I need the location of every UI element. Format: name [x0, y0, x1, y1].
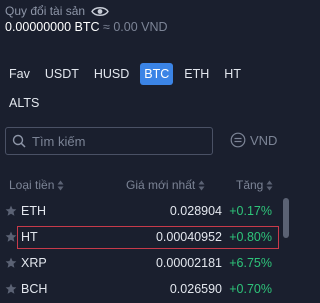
search-icon: [12, 134, 26, 148]
eye-icon[interactable]: [91, 5, 109, 18]
scrollbar[interactable]: [283, 198, 289, 238]
header-price[interactable]: Giá mới nhất: [126, 178, 205, 192]
coin-name: HT: [21, 230, 38, 244]
star-icon[interactable]: [5, 231, 17, 243]
search-box[interactable]: [5, 127, 213, 155]
btc-balance: 0.00000000 BTC: [5, 20, 100, 34]
coin-name: BCH: [21, 282, 48, 296]
asset-title: Quy đổi tài sản: [5, 4, 86, 18]
last-price: 0.00002181: [155, 256, 222, 270]
tab-usdt[interactable]: USDT: [41, 63, 83, 85]
last-price: 0.026590: [169, 282, 222, 296]
currency-label: VND: [250, 132, 278, 148]
tab-eth[interactable]: ETH: [180, 63, 213, 85]
asset-balance: 0.00000000 BTC ≈ 0.00 VND: [5, 20, 289, 34]
asset-summary: Quy đổi tài sản 0.00000000 BTC ≈ 0.00 VN…: [5, 3, 289, 34]
coin-name: XRP: [21, 256, 47, 270]
table-row[interactable]: XRP 0.00002181 +6.75%: [0, 252, 278, 276]
table-row[interactable]: HT 0.00040952 +0.80%: [0, 226, 279, 250]
price-change: +6.75%: [229, 256, 272, 270]
market-tabs: Fav USDT HUSD BTC ETH HT ALTS: [5, 63, 275, 121]
star-icon[interactable]: [5, 283, 17, 295]
vnd-approx: ≈ 0.00 VND: [103, 20, 168, 34]
tab-fav[interactable]: Fav: [5, 63, 34, 85]
tab-husd[interactable]: HUSD: [90, 63, 133, 85]
exchange-icon: [230, 132, 246, 148]
sort-icon: [198, 180, 205, 190]
sort-icon: [266, 180, 273, 190]
header-coin[interactable]: Loại tiền: [9, 178, 64, 192]
last-price: 0.00040952: [155, 230, 222, 244]
price-change: +0.70%: [229, 282, 272, 296]
table-row[interactable]: BCH 0.026590 +0.70%: [0, 278, 278, 302]
tab-btc[interactable]: BTC: [140, 63, 174, 85]
header-change[interactable]: Tăng: [236, 178, 273, 192]
price-change: +0.80%: [229, 230, 272, 244]
search-input[interactable]: [32, 133, 192, 149]
tab-ht[interactable]: HT: [220, 63, 245, 85]
sort-icon: [57, 180, 64, 190]
star-icon[interactable]: [5, 205, 17, 217]
price-change: +0.17%: [229, 204, 272, 218]
currency-toggle[interactable]: VND: [230, 132, 277, 148]
table-row[interactable]: ETH 0.028904 +0.17%: [0, 200, 278, 224]
star-icon[interactable]: [5, 257, 17, 269]
table-header: Loại tiền Giá mới nhất Tăng: [0, 178, 292, 192]
coin-name: ETH: [21, 204, 46, 218]
last-price: 0.028904: [169, 204, 222, 218]
tab-alts[interactable]: ALTS: [5, 92, 43, 114]
